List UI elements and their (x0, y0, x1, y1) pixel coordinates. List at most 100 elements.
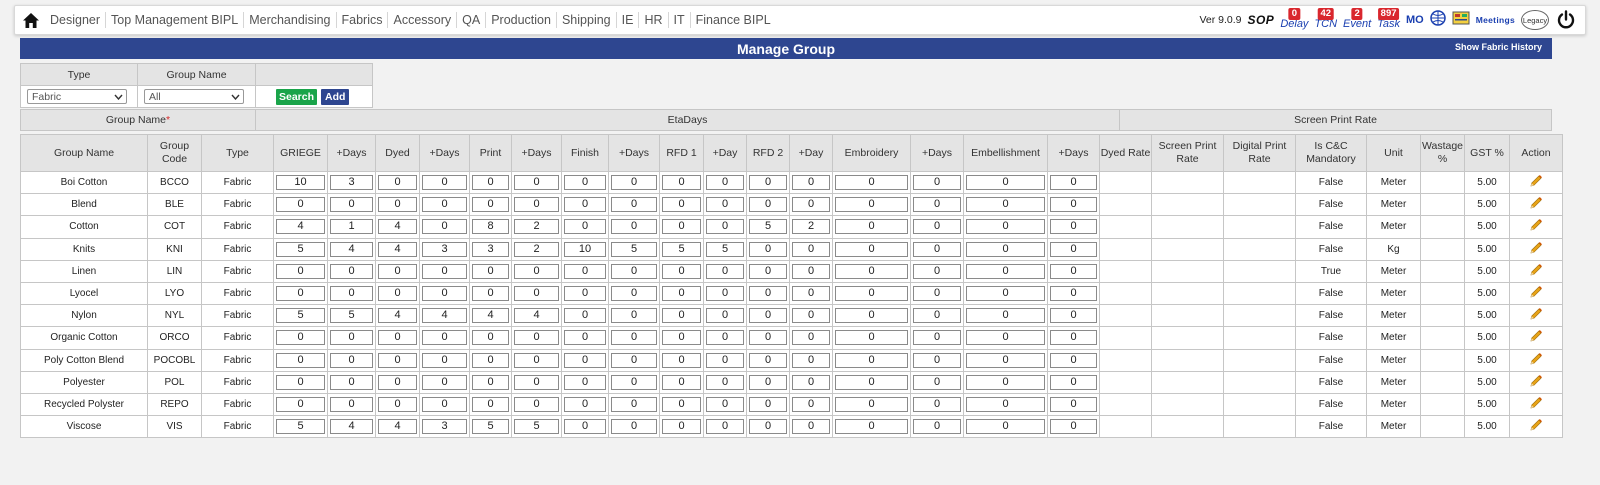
days-input[interactable]: 0 (792, 330, 830, 346)
days-input[interactable]: 0 (749, 374, 787, 390)
days-input[interactable]: 0 (1050, 419, 1097, 435)
days-input[interactable]: 3 (422, 419, 467, 435)
days-input[interactable]: 0 (792, 263, 830, 279)
days-input[interactable]: 0 (276, 330, 325, 346)
show-fabric-history-link[interactable]: Show Fabric History (1455, 42, 1542, 52)
days-input[interactable]: 0 (472, 286, 509, 302)
days-input[interactable]: 0 (276, 352, 325, 368)
days-input[interactable]: 0 (913, 219, 961, 235)
days-input[interactable]: 0 (835, 419, 908, 435)
days-input[interactable]: 0 (662, 286, 701, 302)
menu-item-accessory[interactable]: Accessory (388, 12, 458, 28)
days-input[interactable]: 0 (1050, 352, 1097, 368)
days-input[interactable]: 0 (611, 263, 657, 279)
days-input[interactable]: 5 (514, 419, 559, 435)
days-input[interactable]: 0 (472, 197, 509, 213)
days-input[interactable]: 5 (276, 308, 325, 324)
days-input[interactable]: 5 (276, 241, 325, 257)
days-input[interactable]: 0 (611, 330, 657, 346)
days-input[interactable]: 0 (472, 396, 509, 412)
days-input[interactable]: 0 (330, 330, 373, 346)
days-input[interactable]: 0 (514, 352, 559, 368)
days-input[interactable]: 0 (378, 263, 417, 279)
days-input[interactable]: 0 (749, 175, 787, 191)
days-input[interactable]: 0 (835, 396, 908, 412)
days-input[interactable]: 0 (564, 374, 606, 390)
days-input[interactable]: 5 (611, 241, 657, 257)
legacy-link[interactable]: Legacy (1521, 10, 1549, 30)
days-input[interactable]: 0 (835, 263, 908, 279)
menu-item-fabrics[interactable]: Fabrics (337, 12, 389, 28)
days-input[interactable]: 0 (611, 219, 657, 235)
days-input[interactable]: 0 (564, 197, 606, 213)
days-input[interactable]: 2 (792, 219, 830, 235)
days-input[interactable]: 0 (422, 352, 467, 368)
days-input[interactable]: 3 (472, 241, 509, 257)
days-input[interactable]: 0 (1050, 330, 1097, 346)
days-input[interactable]: 4 (378, 241, 417, 257)
days-input[interactable]: 0 (706, 419, 744, 435)
days-input[interactable]: 0 (611, 175, 657, 191)
days-input[interactable]: 0 (792, 241, 830, 257)
menu-item-top-management[interactable]: Top Management BIPL (106, 12, 245, 28)
days-input[interactable]: 0 (330, 396, 373, 412)
days-input[interactable]: 0 (706, 263, 744, 279)
days-input[interactable]: 0 (276, 374, 325, 390)
mo-link[interactable]: MO (1406, 14, 1424, 26)
edit-pencil-icon[interactable] (1529, 196, 1543, 213)
days-input[interactable]: 0 (662, 352, 701, 368)
days-input[interactable]: 0 (1050, 241, 1097, 257)
days-input[interactable]: 0 (835, 374, 908, 390)
days-input[interactable]: 0 (835, 286, 908, 302)
sop-link[interactable]: SOP (1247, 13, 1274, 27)
days-input[interactable]: 5 (706, 241, 744, 257)
tcn-link[interactable]: 42 TCN (1314, 8, 1337, 30)
menu-item-finance[interactable]: Finance BIPL (691, 12, 776, 28)
days-input[interactable]: 0 (422, 175, 467, 191)
edit-pencil-icon[interactable] (1529, 352, 1543, 369)
days-input[interactable]: 0 (913, 374, 961, 390)
days-input[interactable]: 0 (276, 286, 325, 302)
days-input[interactable]: 4 (378, 419, 417, 435)
days-input[interactable]: 0 (330, 374, 373, 390)
days-input[interactable]: 0 (514, 263, 559, 279)
days-input[interactable]: 0 (706, 308, 744, 324)
days-input[interactable]: 0 (749, 396, 787, 412)
days-input[interactable]: 0 (792, 396, 830, 412)
home-icon[interactable] (17, 6, 45, 34)
days-input[interactable]: 0 (792, 175, 830, 191)
days-input[interactable]: 0 (913, 263, 961, 279)
days-input[interactable]: 0 (330, 263, 373, 279)
days-input[interactable]: 0 (913, 197, 961, 213)
menu-item-hr[interactable]: HR (639, 12, 669, 28)
days-input[interactable]: 0 (966, 419, 1045, 435)
days-input[interactable]: 0 (1050, 175, 1097, 191)
days-input[interactable]: 0 (378, 352, 417, 368)
search-button[interactable]: Search (276, 88, 318, 105)
days-input[interactable]: 2 (514, 241, 559, 257)
days-input[interactable]: 0 (1050, 219, 1097, 235)
days-input[interactable]: 0 (835, 241, 908, 257)
days-input[interactable]: 5 (472, 419, 509, 435)
days-input[interactable]: 0 (422, 197, 467, 213)
edit-pencil-icon[interactable] (1529, 285, 1543, 302)
edit-pencil-icon[interactable] (1529, 374, 1543, 391)
days-input[interactable]: 0 (611, 308, 657, 324)
days-input[interactable]: 0 (706, 219, 744, 235)
days-input[interactable]: 0 (792, 308, 830, 324)
edit-pencil-icon[interactable] (1529, 263, 1543, 280)
menu-item-shipping[interactable]: Shipping (557, 12, 617, 28)
days-input[interactable]: 0 (749, 263, 787, 279)
days-input[interactable]: 10 (276, 175, 325, 191)
days-input[interactable]: 0 (966, 308, 1045, 324)
days-input[interactable]: 0 (913, 396, 961, 412)
days-input[interactable]: 0 (472, 374, 509, 390)
days-input[interactable]: 0 (422, 286, 467, 302)
power-icon[interactable] (1555, 9, 1577, 31)
days-input[interactable]: 0 (706, 330, 744, 346)
group-name-select[interactable]: All (144, 89, 244, 104)
days-input[interactable]: 0 (749, 286, 787, 302)
days-input[interactable]: 0 (835, 352, 908, 368)
days-input[interactable]: 0 (1050, 396, 1097, 412)
menu-item-it[interactable]: IT (669, 12, 691, 28)
